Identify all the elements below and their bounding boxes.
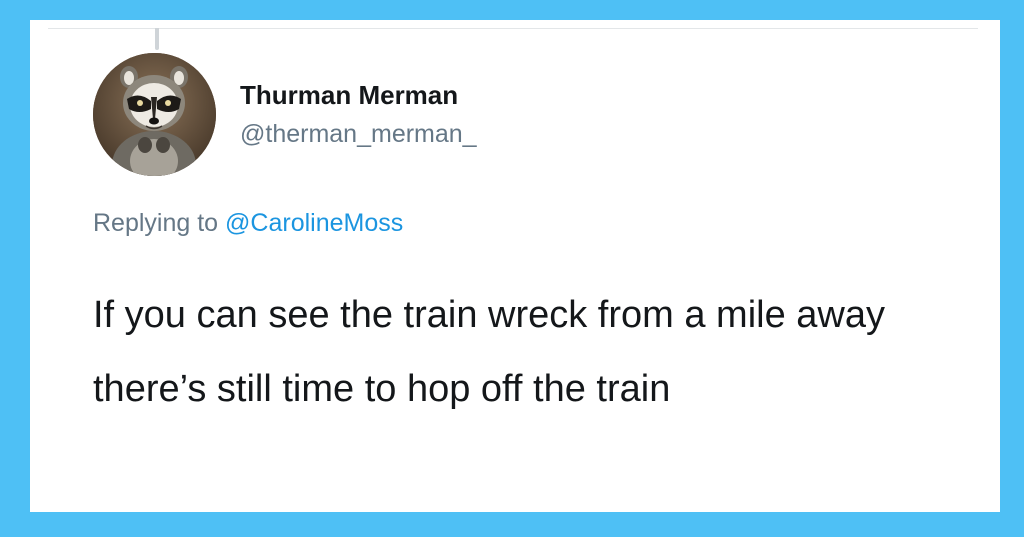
- tweet-card: Thurman Merman @therman_merman_ Replying…: [30, 20, 1000, 512]
- replying-to-line: Replying to @CarolineMoss: [93, 209, 403, 238]
- divider: [48, 28, 978, 29]
- user-handle[interactable]: @therman_merman_: [240, 120, 477, 149]
- raccoon-icon: [93, 53, 216, 176]
- replying-to-label: Replying to: [93, 209, 219, 237]
- display-name[interactable]: Thurman Merman: [240, 80, 458, 111]
- thread-connector-line: [155, 28, 159, 50]
- mention-link[interactable]: @CarolineMoss: [225, 209, 403, 237]
- avatar[interactable]: [93, 53, 216, 176]
- tweet-text: If you can see the train wreck from a mi…: [93, 294, 885, 410]
